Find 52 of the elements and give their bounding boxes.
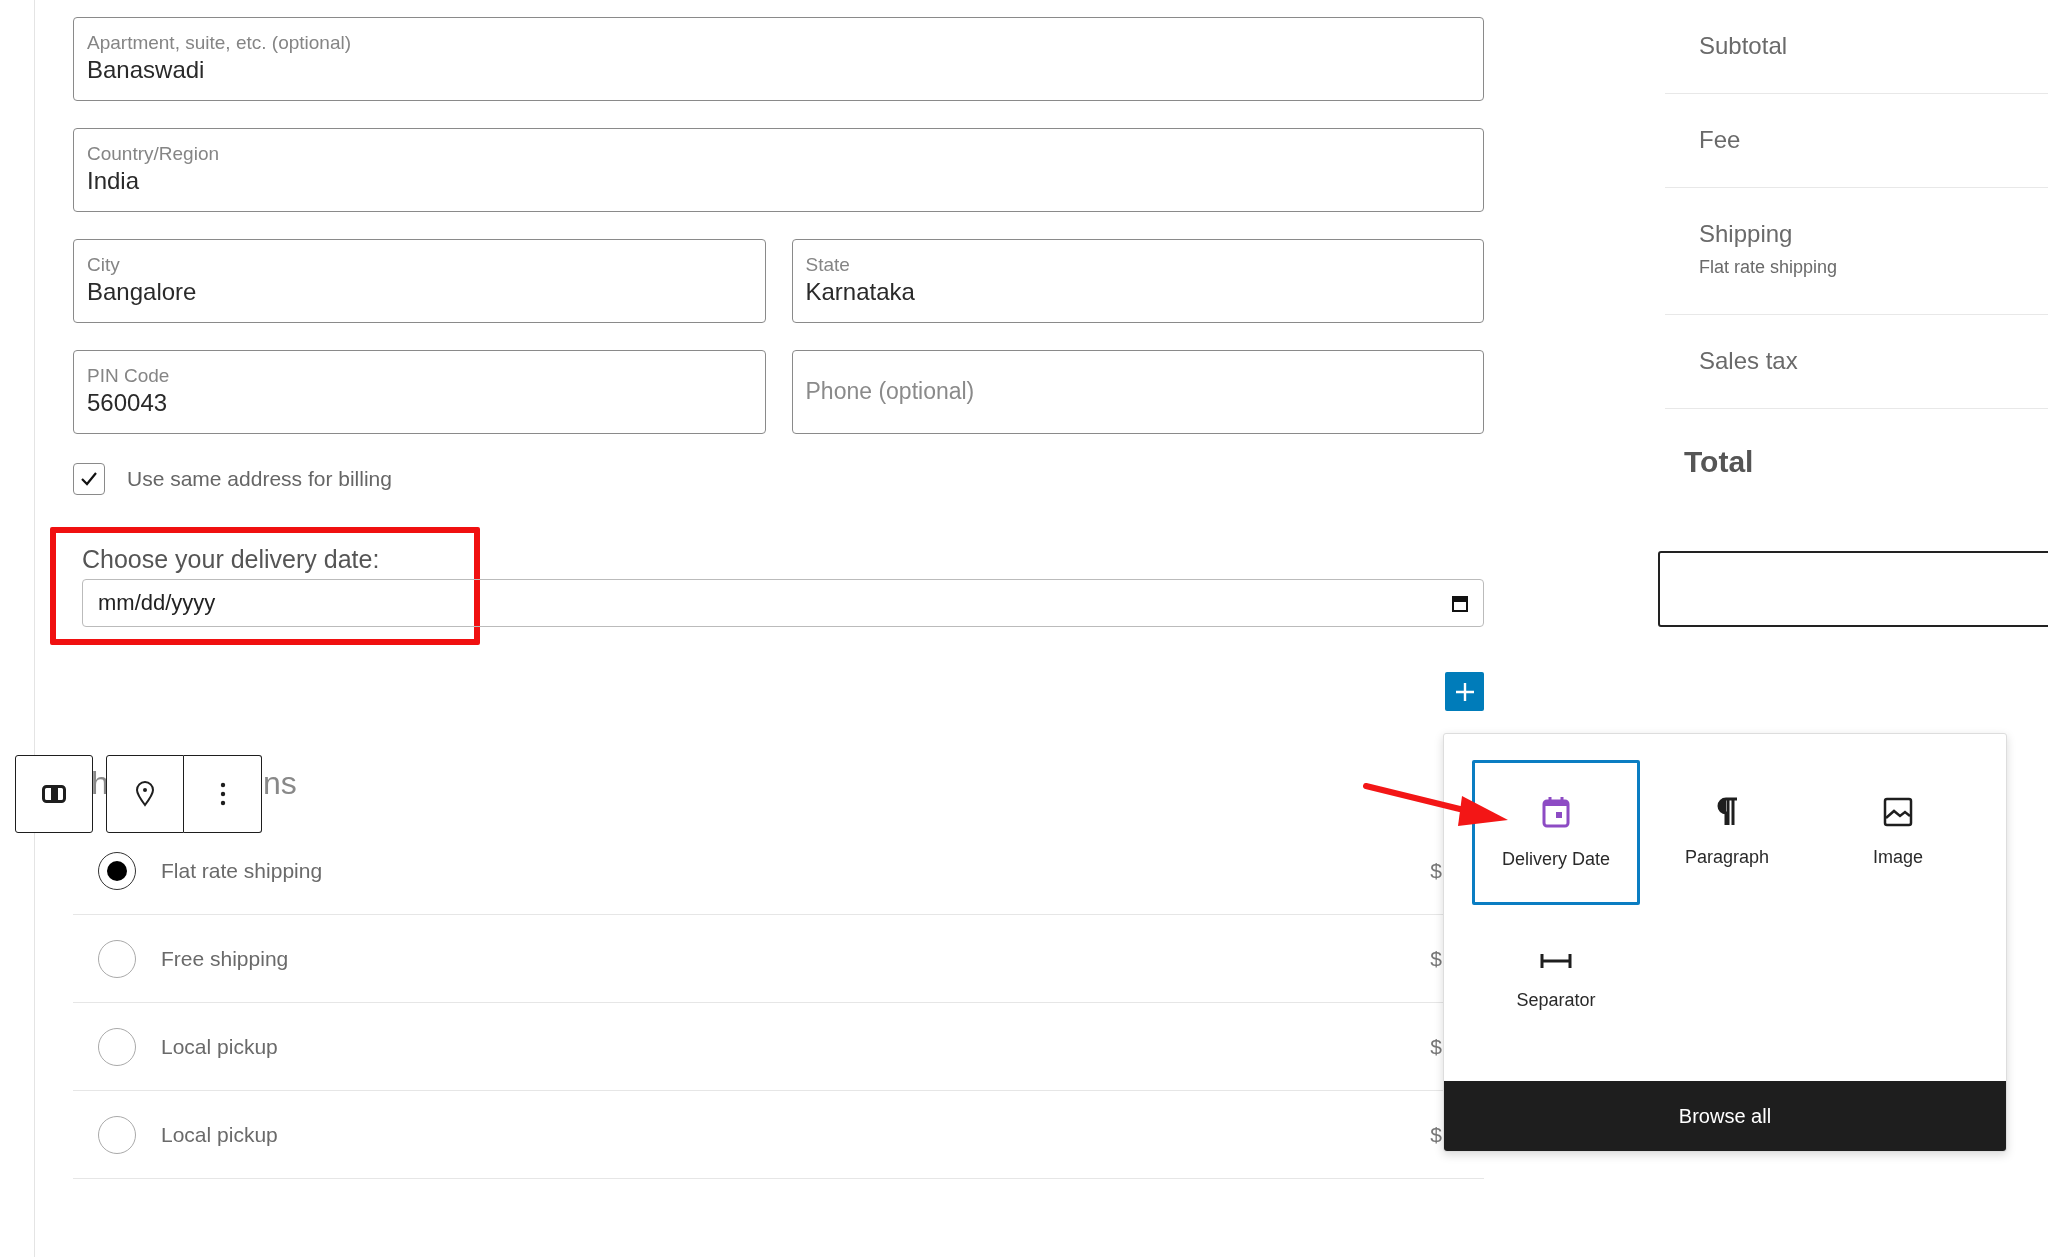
date-field[interactable]: mm/dd/yyyy <box>82 579 1484 627</box>
option-price: $ <box>1430 1034 1442 1059</box>
field-value: Banaswadi <box>87 55 205 85</box>
text-field[interactable]: Apartment, suite, etc. (optional) Banaswadi <box>73 17 1484 101</box>
map-pin-icon <box>135 781 155 807</box>
block-option[interactable]: Delivery Date <box>1472 760 1640 905</box>
plus-icon <box>1453 680 1476 703</box>
browse-all-button[interactable]: Browse all <box>1444 1081 2006 1151</box>
summary-label: Sales tax <box>1699 346 1798 376</box>
total-label: Total <box>1684 445 1754 479</box>
heading-fragment: ns <box>263 764 297 803</box>
text-field[interactable]: City Bangalore <box>73 239 766 323</box>
summary-label: Shipping <box>1699 219 1793 249</box>
field-value: India <box>87 166 140 196</box>
field-label: City <box>87 254 120 276</box>
text-field[interactable]: Country/Region India <box>73 128 1484 212</box>
summary-detail: Flat rate shipping <box>1699 257 1838 278</box>
checkmark-icon <box>80 471 98 487</box>
columns-icon <box>42 785 66 803</box>
field-value: 560043 <box>87 388 168 418</box>
calendar-icon <box>1541 795 1571 829</box>
delivery-date-label: Choose your delivery date: <box>82 544 380 575</box>
image-icon <box>1883 797 1913 827</box>
separator-icon <box>1540 952 1572 970</box>
text-field[interactable]: PIN Code 560043 <box>73 350 766 434</box>
field-label: Country/Region <box>87 143 220 165</box>
location-button[interactable] <box>106 755 184 833</box>
option-label: Local pickup <box>161 1122 278 1147</box>
option-label: Free shipping <box>161 946 289 971</box>
more-options-button[interactable] <box>184 755 262 833</box>
summary-label: Subtotal <box>1699 31 1788 61</box>
more-vertical-icon <box>219 782 226 806</box>
pilcrow-icon <box>1715 797 1739 827</box>
field-value: Karnataka <box>805 277 915 307</box>
option-label: Flat rate shipping <box>161 858 323 883</box>
option-label: Local pickup <box>161 1034 278 1059</box>
calendar-icon[interactable] <box>1451 594 1469 612</box>
option-price: $ <box>1430 946 1442 971</box>
field-label: State <box>805 254 850 276</box>
field-label: PIN Code <box>87 365 170 387</box>
text-field[interactable]: State Karnataka <box>791 239 1484 323</box>
field-label: Apartment, suite, etc. (optional) <box>87 32 351 54</box>
add-block-button[interactable] <box>1445 672 1484 711</box>
checkbox-label: Use same address for billing <box>127 467 392 491</box>
option-price: $ <box>1430 1122 1442 1147</box>
field-value: Bangalore <box>87 277 197 307</box>
option-price: $ <box>1430 858 1442 883</box>
summary-label: Fee <box>1699 125 1741 155</box>
field-placeholder: Phone (optional) <box>805 378 975 405</box>
checkbox[interactable] <box>73 463 105 495</box>
outlined-button[interactable] <box>1658 551 2048 627</box>
block-type-button[interactable] <box>15 755 93 833</box>
